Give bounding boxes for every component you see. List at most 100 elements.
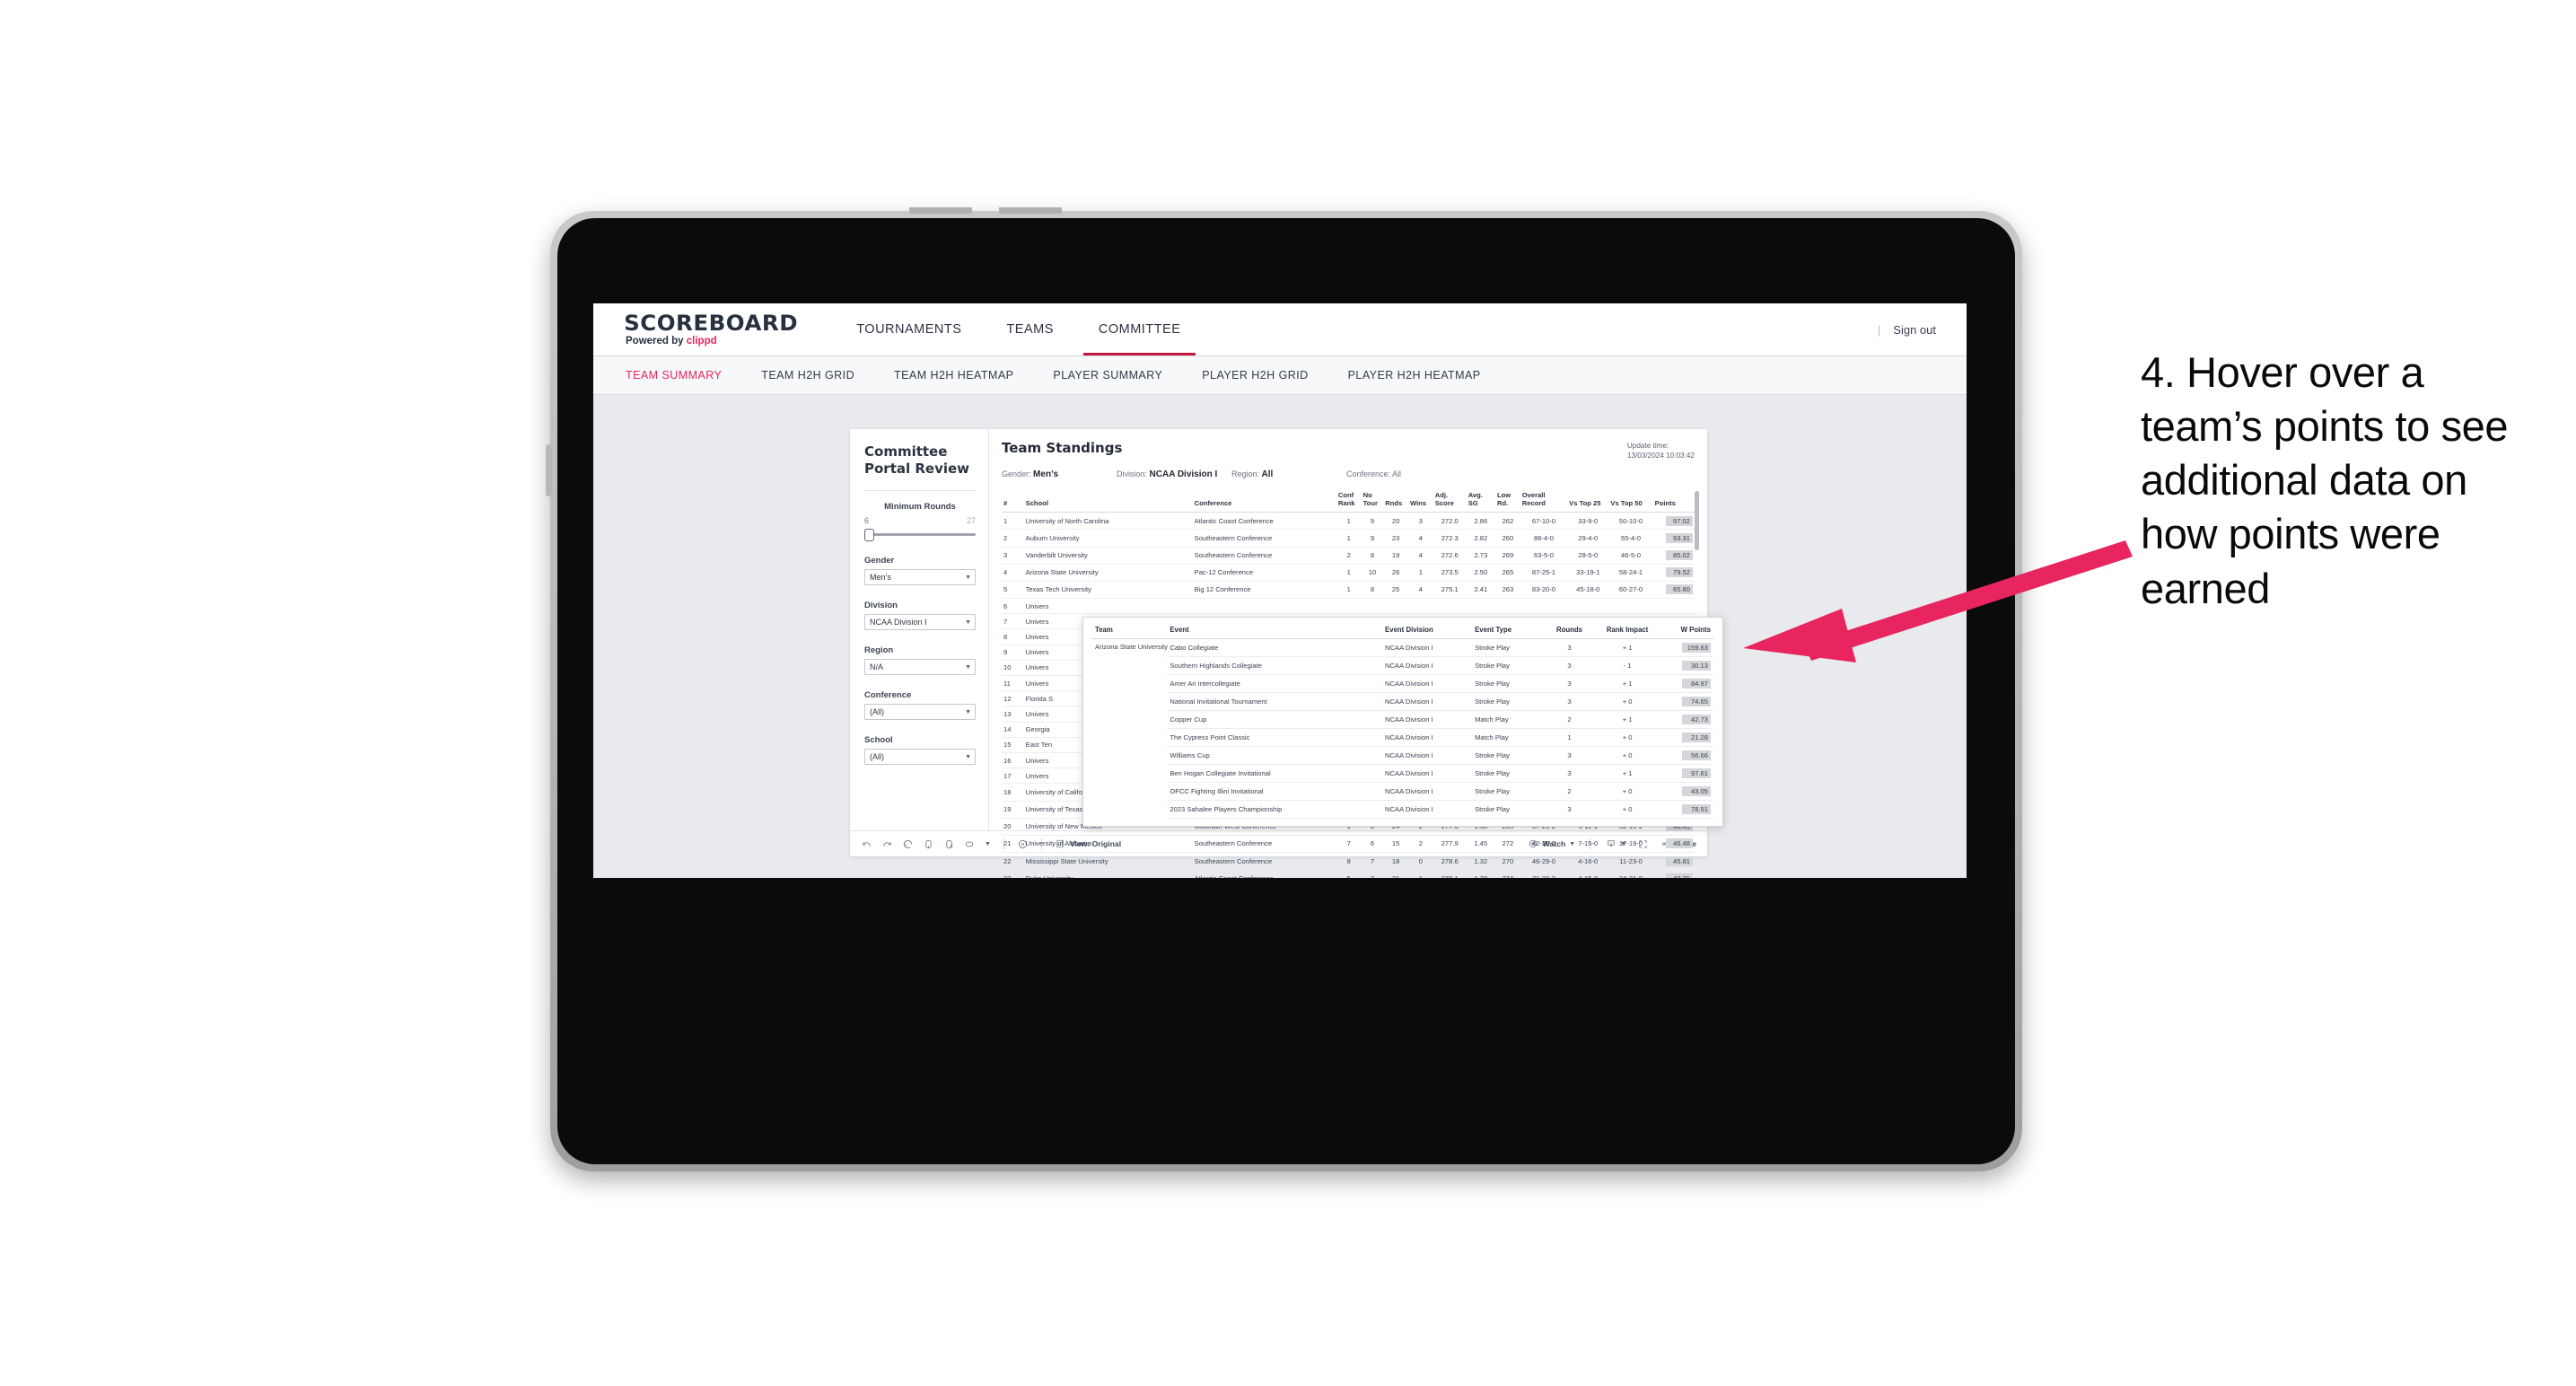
col-wins[interactable]: Wins: [1407, 487, 1433, 513]
row-low-rd: 269: [1495, 547, 1520, 565]
table-row[interactable]: 22 Mississippi State University Southeaste…: [1002, 852, 1695, 871]
row-vs-top-25: 45-18-0: [1567, 581, 1609, 600]
school-select[interactable]: (All) ▼: [864, 749, 976, 766]
tab-team-summary[interactable]: TEAM SUMMARY: [626, 369, 741, 382]
device-frame: SCOREBOARD Powered by clippd TOURNAMENTS…: [546, 207, 2022, 1171]
filter-label: School: [864, 735, 893, 746]
points-value: 46.48: [1666, 838, 1693, 849]
vertical-scrollbar[interactable]: [1695, 491, 1699, 551]
col-school[interactable]: School: [1023, 487, 1193, 513]
table-row[interactable]: 1 University of North Carolina Atlantic Co…: [1002, 512, 1695, 531]
brand-logo[interactable]: SCOREBOARD Powered by clippd: [593, 312, 812, 347]
row-adj-score: 275.1: [1433, 581, 1467, 600]
nav-item-committee[interactable]: COMMITTEE: [1076, 303, 1204, 355]
col-vs-top-25[interactable]: Vs Top 25: [1567, 487, 1609, 513]
row-low-rd: 265: [1495, 564, 1520, 582]
row-points[interactable]: 65.80: [1652, 581, 1695, 600]
row-vs-top-50: [1608, 598, 1653, 615]
device-button-top-1: [909, 207, 972, 214]
undo-icon[interactable]: [861, 838, 872, 850]
row-school: Arizona State University: [1023, 564, 1193, 582]
row-rank: 4: [1002, 564, 1024, 582]
division-select-value: NCAA Division I: [870, 618, 927, 627]
tooltip-event: Southern Highlands Collegiate: [1167, 656, 1383, 675]
row-points[interactable]: 79.52: [1652, 564, 1695, 582]
nav-item-tournaments[interactable]: TOURNAMENTS: [834, 303, 984, 355]
meta-division: Division: NCAA Division I: [1117, 469, 1231, 479]
points-value: 42.71: [1666, 873, 1693, 878]
row-low-rd: 260: [1495, 529, 1520, 548]
table-row[interactable]: 5 Texas Tech University Big 12 Conference 1…: [1002, 581, 1695, 600]
pause-updates-icon[interactable]: [943, 838, 955, 850]
row-points[interactable]: 45.81: [1652, 852, 1695, 871]
row-no-tour: 8: [1361, 547, 1384, 565]
row-rank: 19: [1002, 801, 1024, 819]
tooltip-rank-impact: + 1: [1593, 764, 1661, 783]
col-low-rd[interactable]: Low Rd.: [1495, 487, 1520, 513]
nav-item-teams[interactable]: TEAMS: [984, 303, 1075, 355]
sign-out-link[interactable]: Sign out: [1893, 323, 1936, 337]
tooltip-w-points: 78.51: [1660, 800, 1713, 819]
tooltip-team-cell: Arizona State University: [1095, 643, 1169, 651]
row-conf-rank: 1: [1336, 529, 1362, 548]
tip-col-event-division: Event Division: [1382, 623, 1473, 639]
row-points[interactable]: 42.71: [1652, 869, 1695, 878]
col-rank[interactable]: #: [1002, 487, 1024, 513]
chevron-down-icon[interactable]: ▼: [985, 841, 991, 847]
table-row[interactable]: 23Duke UniversityAtlantic Coast Conferen…: [1002, 869, 1695, 878]
row-vs-top-25: 29-4-0: [1567, 529, 1609, 548]
division-select[interactable]: NCAA Division I ▼: [864, 614, 976, 631]
table-row[interactable]: 4 Arizona State University Pac-12 Conferen…: [1002, 564, 1695, 582]
tab-player-summary[interactable]: PLAYER SUMMARY: [1053, 369, 1182, 382]
tab-player-h2h-grid[interactable]: PLAYER H2H GRID: [1202, 369, 1327, 382]
revert-icon[interactable]: [902, 838, 914, 850]
col-no-tour[interactable]: No Tour: [1361, 487, 1384, 513]
tooltip-w-points: 30.13: [1660, 656, 1713, 675]
row-avg-sg: 2.82: [1466, 529, 1496, 548]
gender-select[interactable]: Men’s ▼: [864, 569, 976, 586]
minimum-rounds-slider[interactable]: Minimum Rounds 6 27: [864, 502, 976, 542]
row-school: Vanderbilt University: [1023, 547, 1193, 565]
table-row[interactable]: 3 Vanderbilt University Southeastern Confe…: [1002, 547, 1695, 565]
col-conf-rank[interactable]: Conf Rank: [1336, 487, 1362, 513]
redo-icon[interactable]: [881, 838, 893, 850]
tooltip-head: Team Event Event Division Event Type Rou…: [1092, 623, 1713, 639]
refresh-data-icon[interactable]: [923, 838, 934, 850]
row-points[interactable]: 97.02: [1652, 512, 1695, 531]
tab-team-h2h-grid[interactable]: TEAM H2H GRID: [761, 369, 874, 382]
row-points[interactable]: 46.48: [1652, 835, 1695, 854]
table-row[interactable]: 6 Univers: [1002, 598, 1695, 615]
row-points[interactable]: 93.31: [1652, 529, 1695, 548]
col-conference[interactable]: Conference: [1192, 487, 1336, 513]
row-low-rd: 263: [1495, 581, 1520, 600]
tab-player-h2h-heatmap[interactable]: PLAYER H2H HEATMAP: [1348, 369, 1501, 382]
row-school: Texas Tech University: [1023, 581, 1193, 600]
col-overall-record[interactable]: Overall Record: [1520, 487, 1568, 513]
tab-team-h2h-heatmap[interactable]: TEAM H2H HEATMAP: [894, 369, 1033, 382]
highlight-icon[interactable]: [964, 838, 976, 850]
row-wins: 1: [1407, 564, 1433, 582]
tooltip-w-points: 21.28: [1660, 728, 1713, 747]
region-select[interactable]: N/A ▼: [864, 659, 976, 676]
row-points[interactable]: 85.02: [1652, 547, 1695, 565]
row-overall-record: 71-22-2: [1520, 869, 1568, 878]
conference-select[interactable]: (All) ▼: [864, 704, 976, 721]
col-points[interactable]: Points: [1652, 487, 1695, 513]
tooltip-rounds: 2: [1545, 782, 1594, 801]
filter-panel: Committee Portal Review Minimum Rounds 6…: [850, 429, 989, 830]
tooltip-event: Ben Hogan Collegiate Invitational: [1167, 764, 1383, 783]
table-row[interactable]: 2 Auburn University Southeastern Conferenc…: [1002, 529, 1695, 548]
slider-track[interactable]: [864, 528, 976, 542]
col-adj-score[interactable]: Adj. Score: [1433, 487, 1467, 513]
col-vs-top-50[interactable]: Vs Top 50: [1608, 487, 1653, 513]
slider-handle[interactable]: [864, 529, 874, 542]
col-avg-sg[interactable]: Avg. SG: [1466, 487, 1496, 513]
row-adj-score: [1433, 598, 1467, 615]
table-row[interactable]: 21 University of Alabama Southeastern Conf…: [1002, 835, 1695, 854]
divider: |: [1877, 322, 1881, 337]
tooltip-rank-impact: + 0: [1593, 800, 1661, 819]
col-rnds[interactable]: Rnds: [1383, 487, 1408, 513]
row-points[interactable]: [1652, 598, 1695, 615]
row-adj-score: 272.0: [1433, 512, 1467, 531]
row-no-tour: 7: [1361, 852, 1384, 871]
